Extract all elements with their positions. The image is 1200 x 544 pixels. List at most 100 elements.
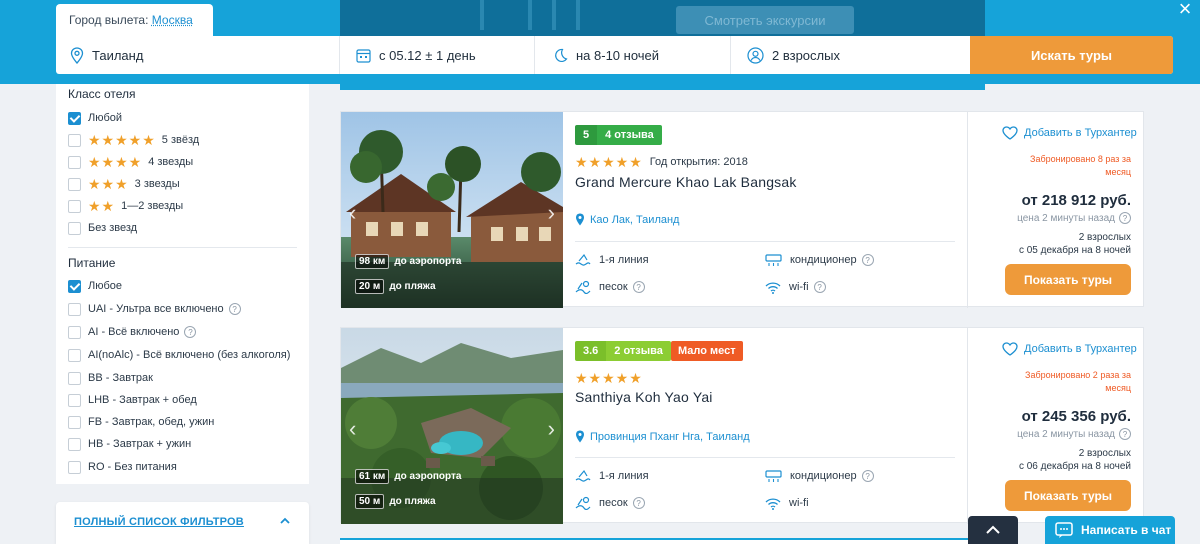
chevron-up-icon[interactable]	[278, 514, 292, 528]
checkbox[interactable]	[68, 133, 81, 147]
help-icon[interactable]: ?	[1119, 428, 1131, 440]
rating-badge[interactable]: 3.6 2 отзыва	[575, 341, 671, 361]
feature-label: wi-fi	[789, 497, 809, 509]
meals-title: Питание	[68, 256, 116, 270]
hotel-photo[interactable]: ‹ › 61 км до аэропорта 50 м до пляжа	[341, 328, 563, 524]
departure-city-tab: Город вылета: Москва	[56, 4, 213, 38]
booked-count: Забронировано 8 раз за месяц	[1030, 154, 1131, 177]
hotel-class-option-none[interactable]: Без звезд	[68, 220, 137, 236]
checkbox[interactable]	[68, 348, 81, 362]
feature-label: кондиционер	[790, 254, 857, 266]
adults-value: 2 взрослых	[772, 47, 840, 63]
hotel-class-option-any[interactable]: Любой	[68, 110, 122, 126]
checkbox[interactable]	[68, 415, 81, 429]
show-tours-button[interactable]: Показать туры	[1005, 480, 1131, 511]
meal-option-ro[interactable]: RO - Без питания	[68, 459, 177, 475]
meal-option-fb[interactable]: FB - Завтрак, обед, ужин	[68, 414, 214, 430]
help-icon[interactable]: ?	[1119, 212, 1131, 224]
departure-city-link[interactable]: Москва	[152, 13, 193, 27]
full-filters-card: ПОЛНЫЙ СПИСОК ФИЛЬТРОВ	[56, 502, 309, 544]
feature-label: 1-я линия	[599, 470, 649, 482]
meal-option-any[interactable]: Любое	[68, 278, 122, 294]
meal-option-ai[interactable]: AI - Всё включено ?	[68, 324, 197, 340]
close-icon[interactable]: ×	[1174, 0, 1196, 22]
nights-field[interactable]: на 8-10 ночей	[535, 36, 731, 74]
help-icon[interactable]: ?	[632, 497, 645, 509]
chat-button[interactable]: Написать в чат	[1045, 516, 1175, 544]
checkbox[interactable]	[68, 155, 81, 169]
destination-field[interactable]: Таиланд	[56, 36, 340, 74]
hotel-class-option-4[interactable]: ★★★★ 4 звезды	[68, 154, 193, 170]
two-stars-icon: ★★	[88, 197, 116, 214]
location-label: Провинция Пханг Нга, Таиланд	[590, 430, 750, 443]
checkbox[interactable]	[68, 302, 81, 316]
beach-distance-label: до пляжа	[389, 495, 436, 507]
checkbox-checked[interactable]	[68, 279, 81, 293]
checkbox[interactable]	[68, 177, 81, 191]
search-bar: Таиланд с 05.12 ± 1 день на 8-10 ночей 2…	[56, 36, 1173, 74]
checkbox[interactable]	[68, 371, 81, 385]
checkbox[interactable]	[68, 325, 81, 339]
hotel-location[interactable]: Као Лак, Таиланд	[575, 213, 679, 226]
checkbox[interactable]	[68, 393, 81, 407]
hotel-name[interactable]: Grand Mercure Khao Lak Bangsak	[575, 174, 797, 190]
help-icon[interactable]: ?	[861, 470, 874, 482]
scroll-to-top-button[interactable]	[968, 516, 1018, 544]
meal-option-hb[interactable]: HB - Завтрак + ужин	[68, 436, 191, 452]
meal-option-uai[interactable]: UAI - Ультра все включено ?	[68, 301, 241, 317]
opened-year: Год открытия: 2018	[649, 156, 748, 168]
meal-option-lhb[interactable]: LHB - Завтрак + обед	[68, 392, 197, 408]
departure-label: Город вылета:	[69, 13, 149, 27]
hotel-card: ‹ › 98 км до аэропорта 20 м до пляжа 5 4…	[340, 111, 1144, 308]
show-tours-button[interactable]: Показать туры	[1005, 264, 1131, 295]
search-tours-button[interactable]: Искать туры	[970, 36, 1173, 74]
air-conditioner-icon	[765, 253, 782, 266]
hotel-stars: ★★★★★ Год открытия: 2018	[575, 154, 748, 170]
option-label: 1—2 звезды	[121, 200, 184, 212]
hotel-class-option-5[interactable]: ★★★★★ 5 звёзд	[68, 132, 199, 148]
help-icon[interactable]: ?	[228, 303, 241, 315]
pax-dates: с 06 декабря на 8 ночей	[1018, 461, 1131, 472]
chevron-up-icon	[986, 525, 1000, 534]
checkbox-checked[interactable]	[68, 111, 81, 125]
meal-option-bb[interactable]: BB - Завтрак	[68, 370, 153, 386]
full-filters-link[interactable]: ПОЛНЫЙ СПИСОК ФИЛЬТРОВ	[74, 516, 244, 528]
photo-next-icon[interactable]: ›	[548, 200, 555, 226]
photo-prev-icon[interactable]: ‹	[349, 200, 356, 226]
hero-excursions-button[interactable]: Смотреть экскурсии	[676, 6, 854, 34]
hotel-location[interactable]: Провинция Пханг Нга, Таиланд	[575, 430, 750, 443]
rating-score: 5	[575, 125, 598, 145]
beach-line-icon	[575, 469, 591, 482]
rating-badge[interactable]: 5 4 отзыва	[575, 125, 662, 145]
checkbox[interactable]	[68, 460, 81, 474]
hotel-class-option-1-2[interactable]: ★★ 1—2 звезды	[68, 198, 183, 214]
date-field[interactable]: с 05.12 ± 1 день	[340, 36, 535, 74]
checkbox[interactable]	[68, 437, 81, 451]
add-favorite-link[interactable]: Добавить в Турхантер	[1002, 342, 1137, 356]
price-note-label: цена 2 минуты назад	[1017, 212, 1115, 224]
beach-distance-value: 50 м	[355, 493, 385, 509]
feature-wifi: wi-fi	[765, 495, 809, 511]
checkbox[interactable]	[68, 199, 81, 213]
option-label: BB - Завтрак	[88, 372, 153, 384]
checkbox[interactable]	[68, 221, 81, 235]
rating-score: 3.6	[575, 341, 607, 361]
add-favorite-link[interactable]: Добавить в Турхантер	[1002, 126, 1137, 140]
hotel-photo[interactable]: ‹ › 98 км до аэропорта 20 м до пляжа	[341, 112, 563, 308]
help-icon[interactable]: ?	[632, 281, 645, 293]
help-icon[interactable]: ?	[184, 326, 197, 338]
help-icon[interactable]: ?	[813, 281, 826, 293]
airport-distance-value: 98 км	[355, 253, 390, 269]
hotel-name[interactable]: Santhiya Koh Yao Yai	[575, 389, 713, 405]
hotel-class-option-3[interactable]: ★★★ 3 звезды	[68, 176, 180, 192]
photo-next-icon[interactable]: ›	[548, 416, 555, 442]
feature-wifi: wi-fi ?	[765, 279, 826, 295]
meal-option-ai-noalc[interactable]: AI(noAlc) - Всё включено (без алкоголя)	[68, 347, 290, 363]
help-icon[interactable]: ?	[861, 254, 874, 266]
price-value: от 245 356 руб.	[1021, 408, 1131, 425]
reviews-count: 2 отзыва	[606, 341, 671, 361]
hero-banner	[340, 0, 985, 36]
hotel-info: 3.6 2 отзыва Мало мест ★★★★★ Santhiya Ko…	[563, 328, 967, 524]
photo-prev-icon[interactable]: ‹	[349, 416, 356, 442]
adults-field[interactable]: 2 взрослых	[731, 36, 970, 74]
